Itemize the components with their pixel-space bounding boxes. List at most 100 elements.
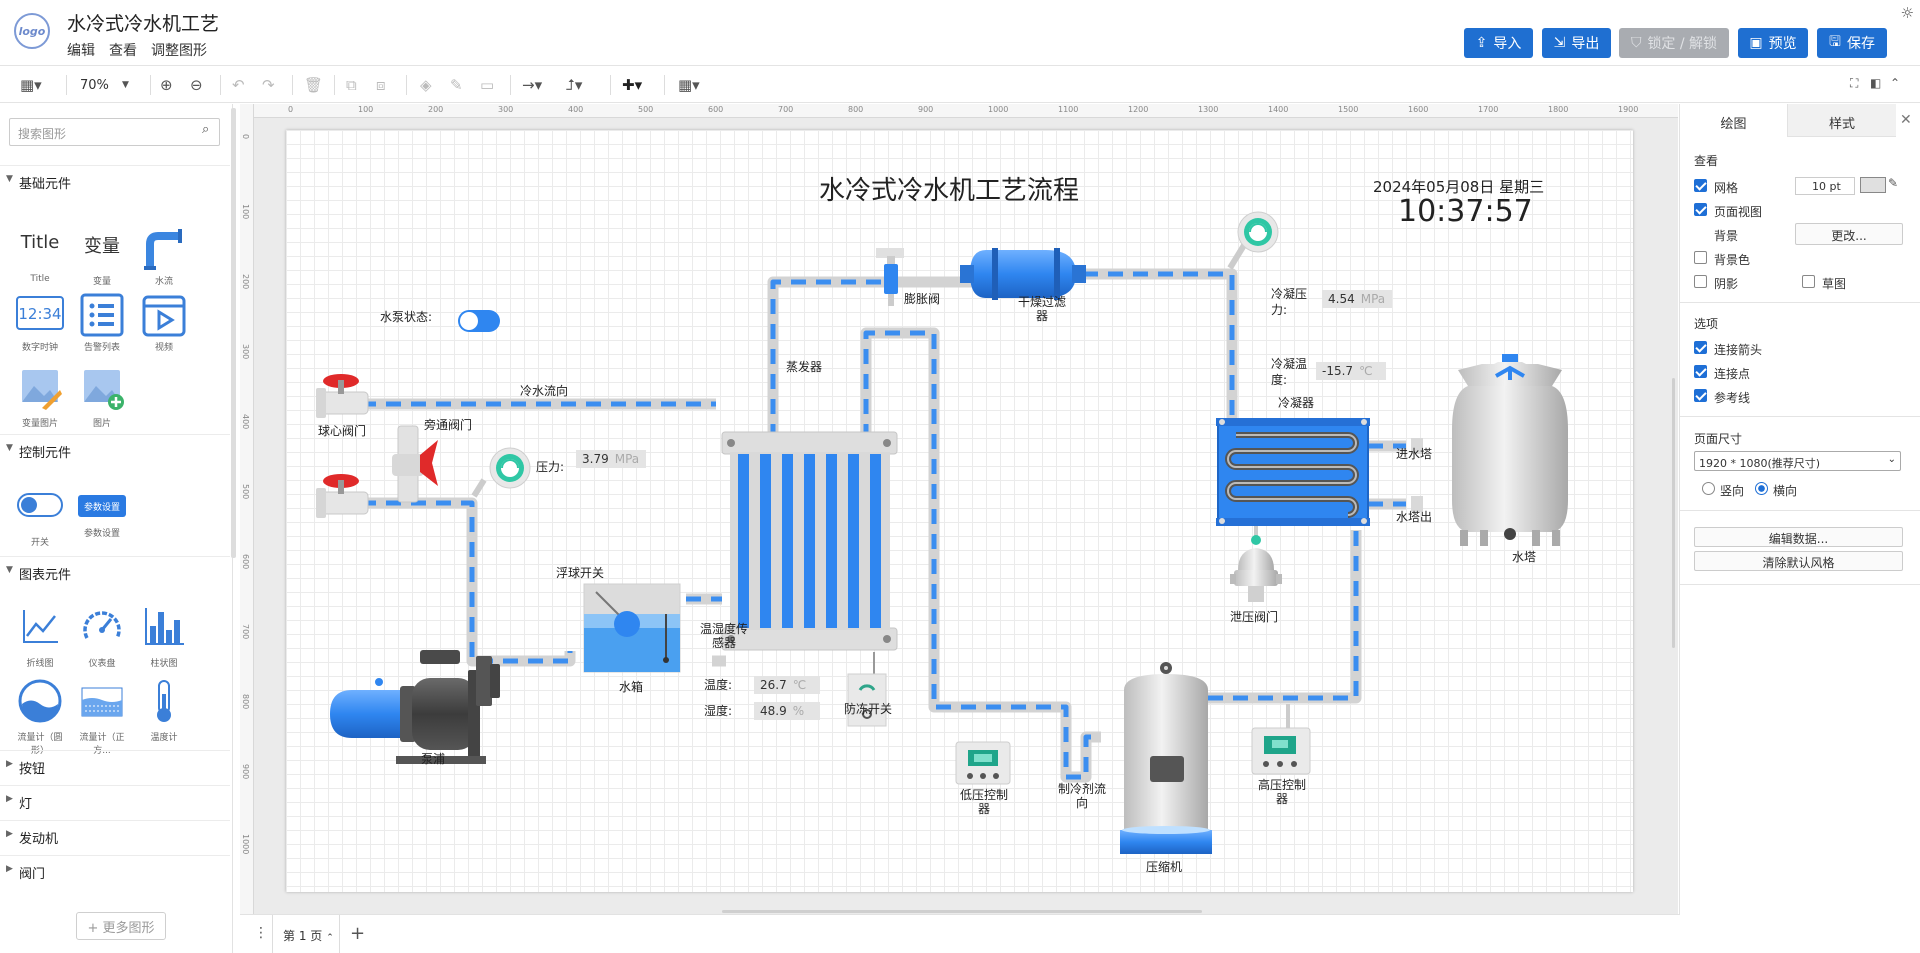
menu-arrange[interactable]: 调整图形: [151, 40, 207, 60]
palette-thermometer[interactable]: 温度计: [140, 678, 188, 743]
zoom-out-icon[interactable]: ⊖: [190, 76, 203, 94]
grid-checkbox[interactable]: [1694, 179, 1707, 192]
palette-alarm-list[interactable]: 告警列表: [78, 290, 126, 353]
chevron-down-icon: ⌄: [1887, 454, 1896, 465]
connect-points-checkbox[interactable]: [1694, 365, 1707, 378]
diagram-page[interactable]: 水冷式冷水机工艺流程 2024年05月08日 星期三 10:37:57 水泵状态…: [286, 130, 1633, 892]
search-input[interactable]: 搜索图形: [9, 118, 220, 146]
grid-size-input[interactable]: 10 pt: [1795, 177, 1855, 195]
palette-image[interactable]: 图片: [78, 366, 126, 429]
tank-label: 水箱: [619, 680, 644, 694]
theme-toggle-icon[interactable]: ☼: [1901, 4, 1914, 22]
connection-icon[interactable]: →▾: [522, 76, 542, 94]
zoom-select[interactable]: 70%: [80, 78, 109, 93]
fill-color-icon[interactable]: ◈: [420, 76, 432, 94]
palette-bar-chart[interactable]: 柱状图: [140, 604, 188, 669]
palette-title[interactable]: Title Title: [16, 224, 64, 284]
divider: [292, 75, 293, 95]
page-view-checkbox[interactable]: [1694, 203, 1707, 216]
thermometer-icon: [140, 678, 188, 730]
section-button[interactable]: ▶ 按钮: [0, 750, 230, 778]
palette-line-chart[interactable]: 折线图: [16, 604, 64, 669]
landscape-radio[interactable]: [1755, 482, 1768, 495]
page-size-select[interactable]: 1920 * 1080(推荐尺寸) ⌄: [1694, 451, 1901, 471]
to-front-icon[interactable]: ⧉: [346, 76, 357, 94]
section-valve[interactable]: ▶ 阀门: [0, 855, 230, 883]
section-light[interactable]: ▶ 灯: [0, 785, 230, 813]
lock-button[interactable]: ⛉ 锁定 / 解锁: [1619, 28, 1729, 58]
divider: [1680, 416, 1920, 417]
format-panel-icon[interactable]: ◧: [1870, 76, 1881, 90]
line-color-icon[interactable]: ✎: [450, 76, 463, 94]
layout-panel-icon[interactable]: ▦▾: [20, 76, 42, 94]
to-back-icon[interactable]: ⧈: [376, 76, 386, 94]
connect-arrows-checkbox[interactable]: [1694, 341, 1707, 354]
palette-variable-image[interactable]: 变量图片: [16, 366, 64, 429]
import-button[interactable]: ⇪ 导入: [1464, 28, 1533, 58]
undo-icon[interactable]: ↶: [232, 76, 245, 94]
condenser-label: 冷凝器: [1278, 396, 1315, 410]
pump-label: 泵浦: [421, 752, 446, 766]
insert-icon[interactable]: ✚▾: [622, 76, 642, 94]
palette-switch[interactable]: 开关: [16, 484, 64, 548]
edit-data-button[interactable]: 编辑数据...: [1694, 527, 1903, 547]
line-chart-icon: [16, 604, 64, 656]
section-control[interactable]: ▼ 控制元件: [0, 434, 230, 462]
preview-button[interactable]: ▣ 预览: [1738, 28, 1808, 58]
water-tank: [583, 583, 681, 673]
menu-bar: 编辑 查看 调整图形: [67, 40, 207, 60]
canvas-area[interactable]: 0 100 200 300 400 500 600 700 800 900 1000 1100 1200…: [240, 104, 1678, 914]
table-icon[interactable]: ▦▾: [678, 76, 700, 94]
export-button[interactable]: ⇲ 导出: [1542, 28, 1611, 58]
tab-style[interactable]: 样式: [1788, 104, 1896, 137]
sidebar-scrollbar[interactable]: [231, 108, 236, 558]
palette-flowmeter-square[interactable]: 流量计（正方...: [72, 678, 132, 756]
palette-video[interactable]: 视频: [140, 290, 188, 353]
tab-draw[interactable]: 绘图: [1680, 104, 1788, 137]
change-background-button[interactable]: 更改...: [1795, 223, 1903, 245]
shadow-icon[interactable]: ▭: [480, 76, 494, 94]
palette-param-setting[interactable]: 参数设置 参数设置: [78, 484, 126, 539]
palette-digital-clock[interactable]: 12:34 数字时钟: [16, 290, 64, 353]
save-button[interactable]: 🖫 保存: [1817, 28, 1887, 58]
canvas-h-scrollbar[interactable]: [722, 910, 1202, 913]
top-bar: logo 水冷式冷水机工艺 编辑 查看 调整图形 ⇪ 导入 ⇲ 导出 ⛉ 锁定 / 解…: [0, 0, 1920, 66]
canvas-v-scrollbar[interactable]: [1672, 378, 1675, 648]
shadow-checkbox[interactable]: [1694, 275, 1707, 288]
redo-icon[interactable]: ↷: [262, 76, 275, 94]
cond-temp-label: 冷凝温度:: [1271, 357, 1308, 387]
close-icon[interactable]: ✕: [1900, 112, 1912, 128]
grid-color-swatch[interactable]: [1860, 177, 1886, 193]
menu-edit[interactable]: 编辑: [67, 40, 95, 60]
guides-checkbox[interactable]: [1694, 389, 1707, 402]
zoom-dropdown-icon[interactable]: ▼: [122, 80, 129, 90]
clear-style-button[interactable]: 清除默认风格: [1694, 551, 1903, 571]
section-basic[interactable]: ▼ 基础元件: [0, 165, 230, 193]
bg-color-checkbox[interactable]: [1694, 251, 1707, 264]
more-shapes-button[interactable]: + 更多图形: [76, 912, 166, 940]
section-chart[interactable]: ▼ 图表元件: [0, 556, 230, 584]
sketch-checkbox[interactable]: [1802, 275, 1815, 288]
section-engine[interactable]: ▶ 发动机: [0, 820, 230, 848]
palette-waterflow[interactable]: 水流: [140, 224, 188, 287]
add-page-icon[interactable]: +: [350, 923, 365, 944]
page-size-title: 页面尺寸: [1694, 432, 1743, 446]
shape-library-panel: 搜索图形 ⌕ ▼ 基础元件 Title Title 变量 变量 水流 12:34 …: [0, 104, 233, 953]
ruler-tick-label: 1600: [1408, 105, 1429, 114]
portrait-radio[interactable]: [1702, 482, 1715, 495]
palette-variable[interactable]: 变量 变量: [78, 224, 126, 287]
waypoints-icon[interactable]: ⮥▾: [566, 76, 582, 94]
temp-label: 温度:: [704, 678, 733, 692]
more-vertical-icon[interactable]: ⋮: [254, 925, 268, 941]
pencil-icon[interactable]: ✎: [1888, 176, 1898, 190]
delete-icon[interactable]: 🗑: [304, 76, 323, 94]
compressor-label: 压缩机: [1146, 860, 1183, 874]
menu-view[interactable]: 查看: [109, 40, 137, 60]
page-tab-1[interactable]: 第 1 页 ⌃: [272, 915, 340, 953]
palette-flowmeter-round[interactable]: 流量计（圆形）: [12, 678, 68, 756]
collapse-icon[interactable]: ⌃: [1890, 76, 1900, 90]
fullscreen-icon[interactable]: ⛶: [1850, 76, 1858, 91]
search-icon[interactable]: ⌕: [202, 122, 209, 137]
palette-gauge[interactable]: 仪表盘: [78, 604, 126, 669]
zoom-in-icon[interactable]: ⊕: [160, 76, 173, 94]
